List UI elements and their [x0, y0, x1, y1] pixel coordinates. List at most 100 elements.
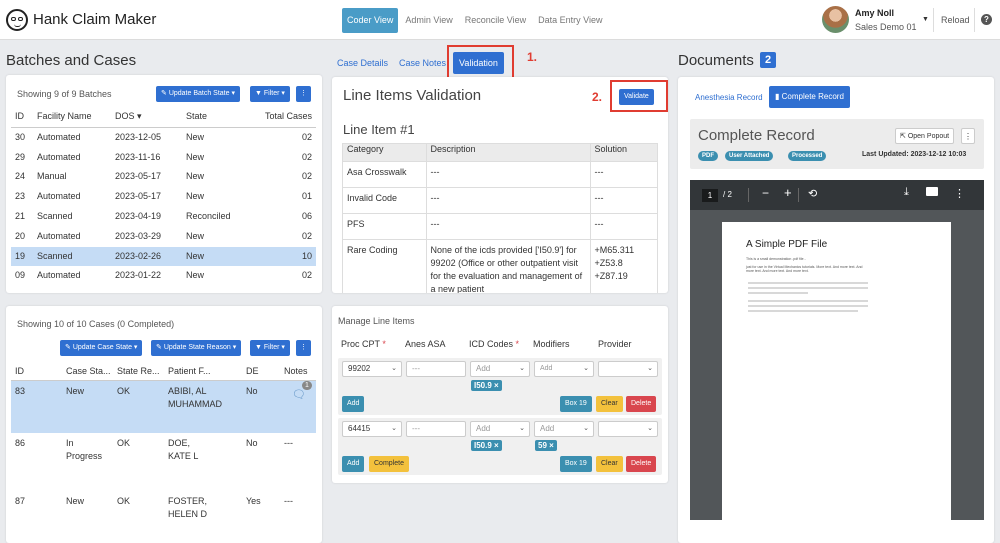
table-row[interactable]: 21 Scanned 2023-04-19 Reconciled 06 [11, 207, 316, 227]
table-row: Asa Crosswalk --- --- [342, 161, 658, 188]
header-label: Proc CPT [341, 339, 380, 349]
proc-cpt-select[interactable]: 99202 ⌄ [342, 361, 402, 377]
table-row[interactable]: 20 Automated 2023-03-29 New 02 [11, 227, 316, 247]
provider-select[interactable]: ⌄ [598, 421, 658, 437]
col-facility[interactable]: Facility Name [33, 107, 111, 128]
nav-coder-view[interactable]: Coder View [342, 8, 399, 33]
table-row[interactable]: 09 Automated 2023-01-22 New 02 [11, 266, 316, 286]
table-row-selected[interactable]: 19 Scanned 2023-02-26 New 10 [11, 246, 316, 267]
batch-filter-button[interactable]: ▼ Filter ▾ [250, 86, 290, 102]
cell: New [186, 191, 205, 202]
table-row: Rare Coding None of the icds provided ['I… [342, 239, 658, 293]
reload-button[interactable]: Reload [941, 15, 970, 25]
pdf-more-icon[interactable]: ⋮ [954, 187, 965, 200]
help-icon[interactable]: ? [981, 14, 992, 25]
note-icon[interactable]: 🗨 [292, 389, 306, 402]
modifiers-select[interactable]: Add ⌄ [534, 361, 594, 377]
col-dos[interactable]: DOS ▾ [111, 107, 182, 128]
col-state-reason[interactable]: State Re... [113, 363, 164, 381]
update-batch-state-button[interactable]: ✎ Update Batch State ▾ [156, 86, 240, 102]
update-case-state-button[interactable]: ✎ Update Case State ▾ [60, 340, 143, 356]
cases-showing: Showing 10 of 10 Cases (0 Completed) [17, 319, 175, 329]
print-icon[interactable] [926, 187, 938, 196]
table-row[interactable]: 24 Manual 2023-05-17 New 02 [11, 167, 316, 187]
table-row[interactable]: 30 Automated 2023-12-05 New 02 [11, 127, 316, 147]
delete-button[interactable]: Delete [626, 396, 657, 412]
cell: New [62, 380, 113, 433]
badge-processed: Processed [788, 151, 827, 161]
anes-asa-input[interactable]: --- [406, 421, 466, 437]
cell: ABIBI, AL MUHAMMAD [164, 380, 242, 433]
download-icon[interactable]: ⤓ [904, 186, 909, 199]
col-total-cases[interactable]: Total Cases [252, 107, 316, 128]
complete-button[interactable]: Complete [369, 456, 409, 472]
anes-asa-input[interactable]: --- [406, 361, 466, 377]
icd-codes-select[interactable]: Add ⌄ [470, 361, 530, 377]
cell: 29 [15, 151, 26, 162]
divider [974, 8, 975, 32]
cell: 30 [15, 131, 26, 142]
rotate-icon[interactable]: ⟲ [808, 187, 817, 200]
provider-select[interactable]: ⌄ [598, 361, 658, 377]
tab-case-details[interactable]: Case Details [337, 58, 388, 68]
col-case-state[interactable]: Case Sta... [62, 363, 113, 381]
case-more-button[interactable]: ⋮ [296, 340, 311, 356]
user-name[interactable]: Amy Noll [855, 8, 894, 18]
modifier-chip[interactable]: 59 × [535, 440, 557, 451]
case-filter-button[interactable]: ▼ Filter ▾ [250, 340, 290, 356]
tab-case-notes[interactable]: Case Notes [399, 58, 446, 68]
col-id[interactable]: ID [11, 107, 33, 128]
table-row[interactable]: 23 Automated 2023-05-17 New 01 [11, 187, 316, 207]
add-button[interactable]: Add [342, 396, 365, 412]
nav-admin-view[interactable]: Admin View [400, 8, 457, 33]
col-id[interactable]: ID [11, 363, 62, 381]
record-more-button[interactable]: ⋮ [961, 128, 975, 144]
table-row: PFS --- --- [342, 213, 658, 240]
icd-codes-select[interactable]: Add ⌄ [470, 421, 530, 437]
zoom-out-icon[interactable]: − [762, 186, 769, 200]
proc-cpt-select[interactable]: 64415 ⌄ [342, 421, 402, 437]
user-menu-chevron-down-icon[interactable]: ▼ [922, 16, 929, 23]
pdf-doc-title: A Simple PDF File [746, 239, 828, 250]
col-state[interactable]: State [182, 107, 252, 128]
header-icd-codes: ICD Codes * [469, 339, 519, 349]
avatar[interactable] [822, 6, 849, 33]
tab-anesthesia-record[interactable]: Anesthesia Record [695, 93, 763, 102]
col-solution: Solution [589, 143, 658, 162]
col-patient[interactable]: Patient F... [164, 363, 242, 381]
modifiers-select[interactable]: Add ⌄ [534, 421, 594, 437]
cell: 01 [301, 191, 312, 202]
table-row[interactable]: 29 Automated 2023-11-16 New 02 [11, 148, 316, 168]
icd-chip[interactable]: I50.9 × [471, 440, 502, 451]
open-popout-button[interactable]: ⇱ Open Popout [895, 128, 955, 144]
cell: New [186, 230, 205, 241]
pdf-page-input[interactable]: 1 [702, 189, 718, 202]
logo-right-eye-icon [18, 17, 23, 21]
delete-button[interactable]: Delete [626, 456, 657, 472]
pdf-viewer[interactable]: 1 / 2 − + ⟲ ⤓ ⋮ A Simple PDF File This i… [690, 180, 984, 520]
table-row-selected[interactable]: 83 New OK ABIBI, AL MUHAMMAD No 🗨 1 [11, 380, 316, 433]
add-button[interactable]: Add [342, 456, 365, 472]
col-notes[interactable]: Notes [280, 363, 316, 381]
batches-panel: Showing 9 of 9 Batches ✎ Update Batch St… [6, 75, 322, 293]
update-state-reason-button[interactable]: ✎ Update State Reason ▾ [151, 340, 242, 356]
cell: No [242, 380, 280, 433]
nav-reconcile-view[interactable]: Reconcile View [460, 8, 531, 33]
cell: --- [425, 161, 591, 188]
batch-more-button[interactable]: ⋮ [296, 86, 311, 102]
nav-data-entry-view[interactable]: Data Entry View [533, 8, 607, 33]
box19-button[interactable]: Box 19 [560, 396, 592, 412]
validate-button[interactable]: Validate [619, 89, 654, 105]
divider [748, 188, 749, 202]
table-row[interactable]: 87 New OK FOSTER, HELEN D Yes --- [11, 491, 316, 543]
col-de[interactable]: DE [242, 363, 280, 381]
cell: In Progress [66, 437, 103, 461]
user-org[interactable]: Sales Demo 01 [855, 22, 917, 32]
clear-button[interactable]: Clear [596, 396, 623, 412]
table-row[interactable]: 86 In Progress OK DOE, KATE L No --- [11, 433, 316, 491]
box19-button[interactable]: Box 19 [560, 456, 592, 472]
zoom-in-icon[interactable]: + [784, 185, 792, 200]
clear-button[interactable]: Clear [596, 456, 623, 472]
tab-complete-record[interactable]: ▮ Complete Record [769, 86, 850, 108]
icd-chip[interactable]: I50.9 × [471, 380, 502, 391]
